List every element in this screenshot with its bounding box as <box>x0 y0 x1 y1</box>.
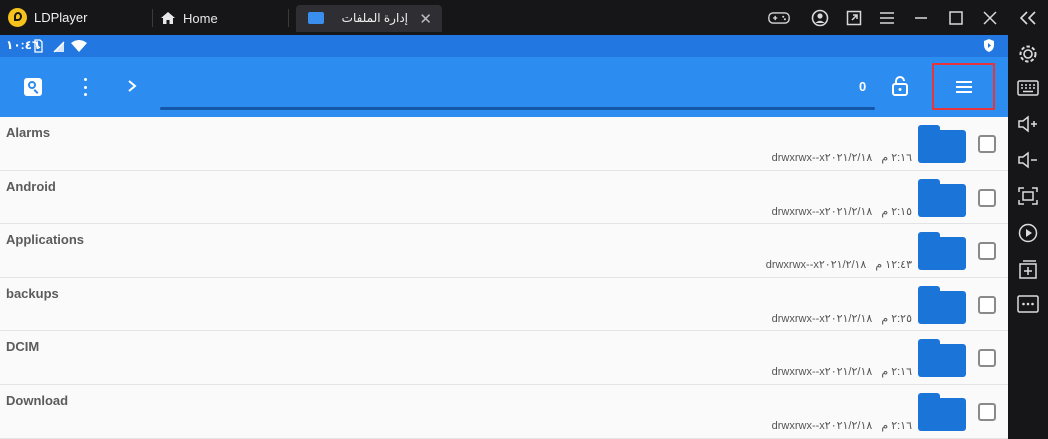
file-date: ٢٠٢١/٢/١٨ <box>818 259 867 272</box>
file-time: ٢:١٦ م <box>881 419 912 432</box>
screen-resize-icon[interactable] <box>1016 184 1040 208</box>
keyboard-icon[interactable] <box>1016 76 1040 100</box>
file-time: ٢:١٥ م <box>881 205 912 218</box>
gamepad-icon[interactable] <box>768 7 790 29</box>
collapse-icon[interactable] <box>1016 6 1040 30</box>
file-permissions: drwxrwx--x <box>771 205 825 218</box>
file-permissions: drwxrwx--x <box>771 366 825 379</box>
folder-icon <box>918 232 966 271</box>
restore-icon[interactable] <box>843 7 865 29</box>
folder-icon <box>308 12 324 24</box>
close-tab-icon[interactable]: ✕ <box>419 10 432 28</box>
file-date: ٢٠٢١/٢/١٨ <box>824 205 873 218</box>
wifi-icon <box>71 40 87 52</box>
file-date: ٢٠٢١/٢/١٨ <box>824 312 873 325</box>
lock-icon[interactable] <box>891 75 909 97</box>
tab-home[interactable]: Home <box>160 6 218 30</box>
path-progress-bar <box>160 107 875 110</box>
file-list: Alarms drwxrwx--x ٢:١٦ م ٢٠٢١/٢/١٨ Androi… <box>0 117 1008 439</box>
tab-home-label: Home <box>183 10 218 26</box>
emulator-sidebar <box>1008 0 1048 439</box>
file-name: DCIM <box>6 339 40 355</box>
tab-file-manager-label: إدارة الملفات <box>341 11 408 25</box>
list-item[interactable]: Android drwxrwx--x ٢:١٥ م ٢٠٢١/٢/١٨ <box>0 171 1008 225</box>
file-permissions: drwxrwx--x <box>771 419 825 432</box>
more-icon[interactable] <box>1016 292 1040 316</box>
folder-icon <box>918 285 966 324</box>
sim-icon <box>34 39 43 53</box>
volume-down-icon[interactable] <box>1016 148 1040 172</box>
more-vert-icon[interactable] <box>78 77 92 97</box>
select-checkbox[interactable] <box>978 188 996 207</box>
minimize-icon[interactable] <box>910 7 932 29</box>
file-date: ٢٠٢١/٢/١٨ <box>824 152 873 164</box>
folder-icon <box>918 125 966 163</box>
list-item[interactable]: Alarms drwxrwx--x ٢:١٦ م ٢٠٢١/٢/١٨ <box>0 117 1008 171</box>
file-meta: drwxrwx--x ٢:١٦ م ٢٠٢١/٢/١٨ <box>772 151 912 164</box>
add-instance-icon[interactable] <box>1016 257 1040 281</box>
app-toolbar: 0 <box>0 57 1008 117</box>
volume-up-icon[interactable] <box>1016 112 1040 136</box>
file-date: ٢٠٢١/٢/١٨ <box>824 419 873 432</box>
file-meta: drwxrwx--x ٢:١٥ م ٢٠٢١/٢/١٨ <box>772 205 912 218</box>
file-meta: drwxrwx--x ٢:١٦ م ٢٠٢١/٢/١٨ <box>772 419 912 432</box>
file-permissions: drwxrwx--x <box>765 259 819 272</box>
home-icon <box>161 12 175 24</box>
selection-count: 0 <box>859 79 867 94</box>
menu-icon[interactable] <box>876 7 898 29</box>
file-name: Applications <box>6 232 85 248</box>
file-name: Android <box>6 178 56 194</box>
file-name: Alarms <box>6 125 51 140</box>
app-name: LDPlayer <box>34 10 88 25</box>
divider <box>288 9 289 27</box>
hamburger-menu-icon[interactable] <box>932 63 995 110</box>
file-meta: drwxrwx--x ٢:٢٥ م ٢٠٢١/٢/١٨ <box>772 312 912 325</box>
file-time: ٢:١٦ م <box>881 152 912 164</box>
folder-icon <box>918 178 966 217</box>
settings-icon[interactable] <box>1016 42 1040 66</box>
chevron-right-icon[interactable] <box>124 75 140 97</box>
file-time: ٢:١٦ م <box>881 366 912 379</box>
file-name: Download <box>6 392 69 408</box>
file-time: ١٢:٤٣ م <box>875 259 912 272</box>
shield-icon <box>984 39 994 52</box>
android-status-bar: ١٠:٤٦ <box>0 35 1008 57</box>
list-item[interactable]: DCIM drwxrwx--x ٢:١٦ م ٢٠٢١/٢/١٨ <box>0 331 1008 385</box>
account-icon[interactable] <box>809 7 831 29</box>
title-bar: LDPlayer Home إدارة الملفات ✕ <box>0 0 1048 35</box>
select-checkbox[interactable] <box>978 135 996 153</box>
folder-icon <box>918 339 966 378</box>
select-checkbox[interactable] <box>978 242 996 261</box>
ldplayer-logo-icon <box>8 8 27 27</box>
list-item[interactable]: backups drwxrwx--x ٢:٢٥ م ٢٠٢١/٢/١٨ <box>0 278 1008 332</box>
close-icon[interactable] <box>979 7 1001 29</box>
tab-file-manager[interactable]: إدارة الملفات ✕ <box>296 5 442 32</box>
select-checkbox[interactable] <box>978 295 996 314</box>
select-checkbox[interactable] <box>978 402 996 421</box>
search-icon[interactable] <box>24 78 42 96</box>
divider <box>152 9 153 27</box>
list-item[interactable]: Applications drwxrwx--x ١٢:٤٣ م ٢٠٢١/٢/١٨ <box>0 224 1008 278</box>
list-item[interactable]: Download drwxrwx--x ٢:١٦ م ٢٠٢١/٢/١٨ <box>0 385 1008 439</box>
file-name: backups <box>6 285 59 301</box>
file-meta: drwxrwx--x ١٢:٤٣ م ٢٠٢١/٢/١٨ <box>766 258 912 271</box>
file-time: ٢:٢٥ م <box>881 312 912 325</box>
file-permissions: drwxrwx--x <box>771 312 825 325</box>
maximize-icon[interactable] <box>945 7 967 29</box>
file-date: ٢٠٢١/٢/١٨ <box>824 366 873 379</box>
folder-icon <box>918 392 966 431</box>
record-icon[interactable] <box>1016 221 1040 245</box>
file-meta: drwxrwx--x ٢:١٦ م ٢٠٢١/٢/١٨ <box>772 365 912 378</box>
battery-icon <box>53 41 65 53</box>
select-checkbox[interactable] <box>978 349 996 368</box>
file-permissions: drwxrwx--x <box>771 152 825 164</box>
